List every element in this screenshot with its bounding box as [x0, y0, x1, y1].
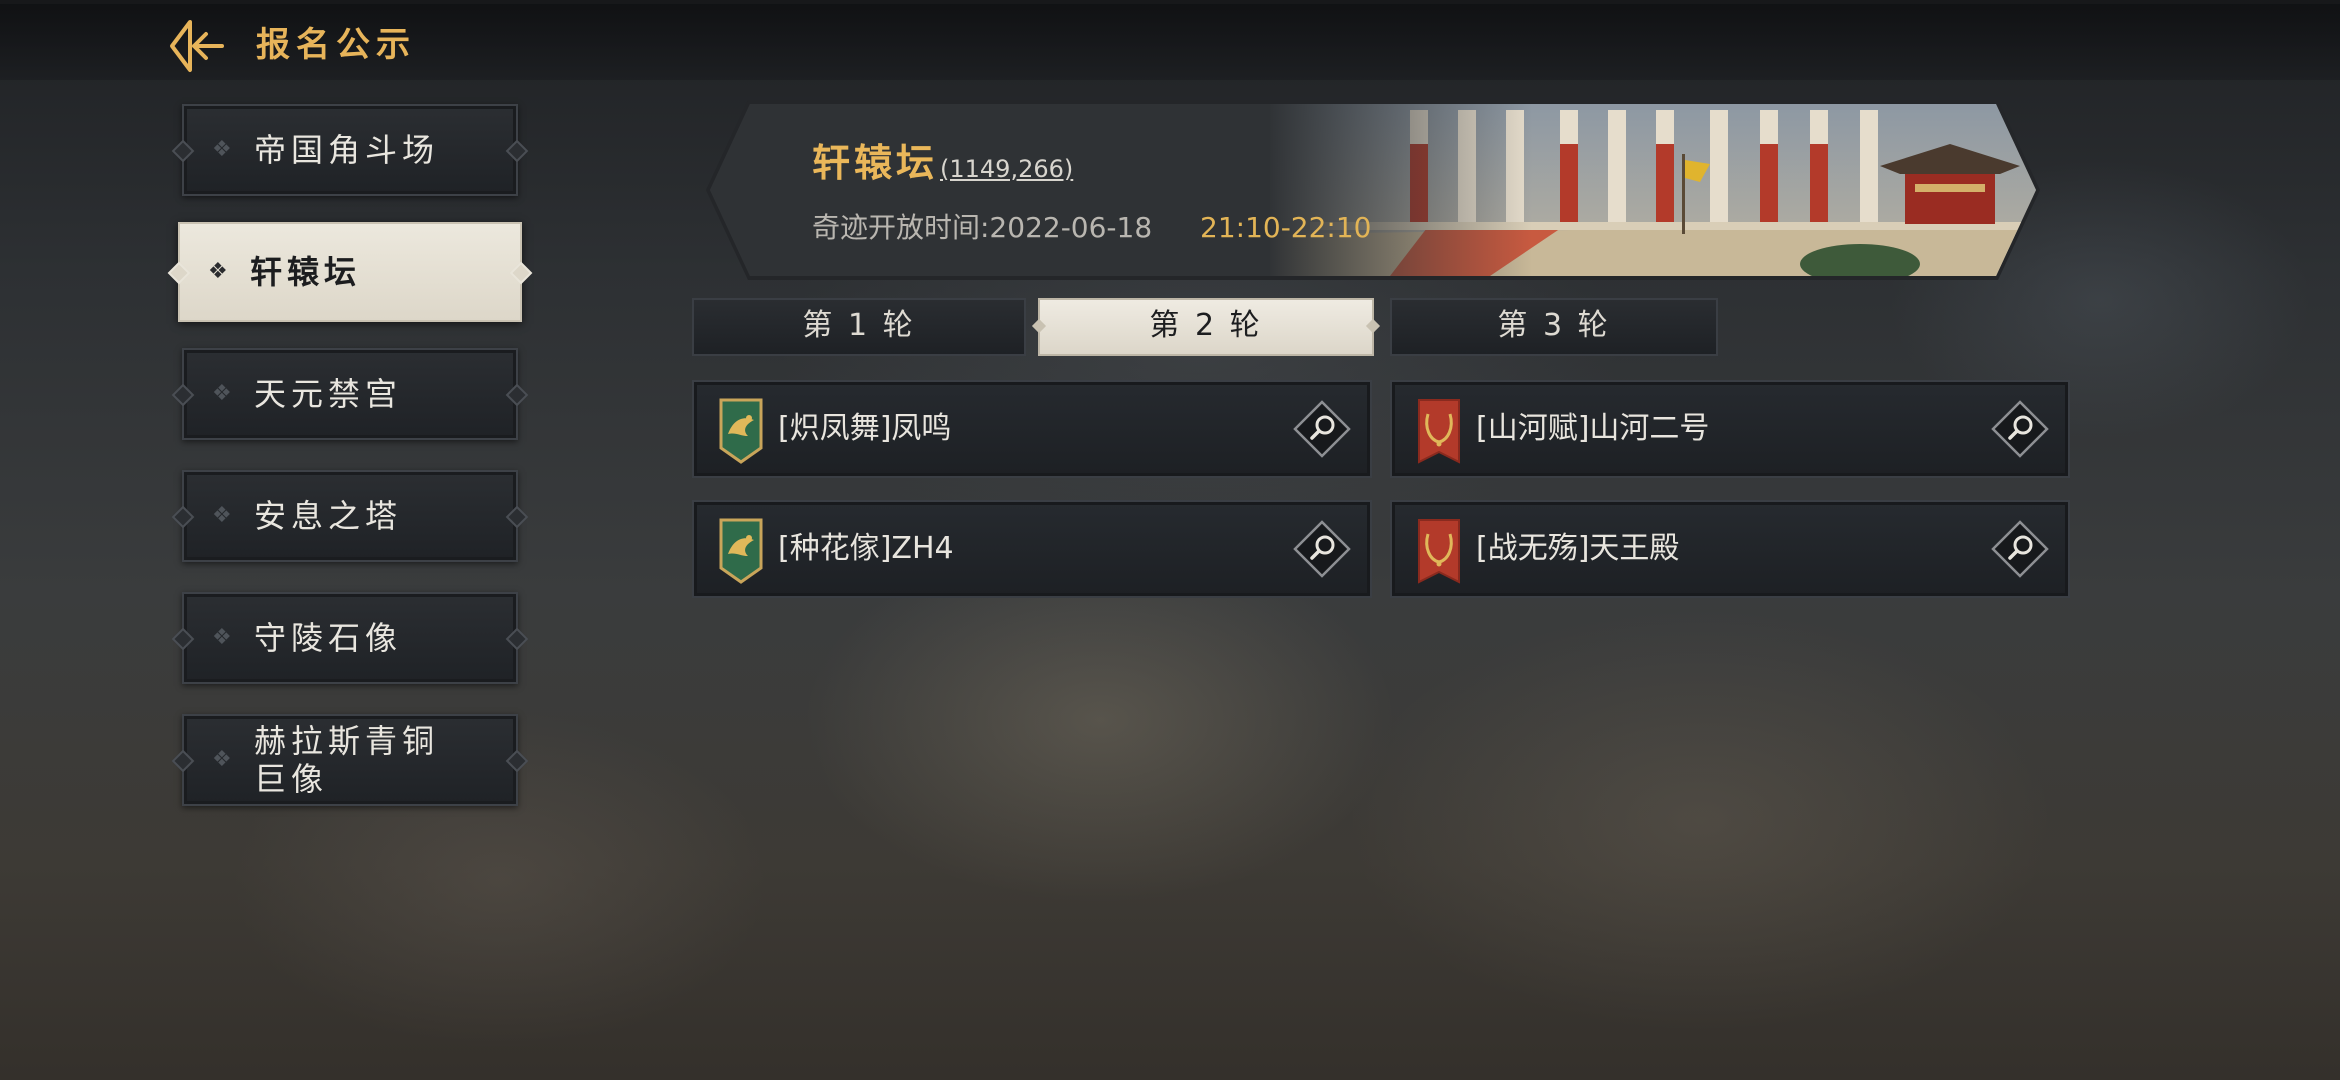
red-laurel-emblem-icon	[1418, 399, 1460, 464]
magnifier-icon	[1991, 400, 2049, 458]
sidebar-item-tomb-statue[interactable]: ❖ 守陵石像	[182, 592, 518, 684]
wonder-coordinates-link[interactable]: (1149,266)	[940, 152, 1073, 186]
team-name: [种花傢]ZH4	[778, 531, 954, 566]
sidebar-item-label: 赫拉斯青铜 巨像	[254, 722, 440, 798]
magnifier-icon	[1293, 400, 1351, 458]
team-name: [山河赋]山河二号	[1476, 411, 1710, 446]
tab-round-2[interactable]: 第 2 轮	[1031, 298, 1381, 356]
magnifier-icon	[1293, 520, 1351, 578]
open-time-label: 奇迹开放时间:2022-06-18	[812, 211, 1153, 244]
team-card: [种花傢]ZH4	[692, 500, 1372, 598]
diamond-icon: ❖	[212, 137, 232, 162]
team-name: [战无殇]天王殿	[1476, 531, 1680, 566]
red-laurel-emblem-icon	[1418, 519, 1460, 584]
sidebar-item-label: 天元禁宫	[254, 375, 403, 413]
sidebar-item-imperial-arena[interactable]: ❖ 帝国角斗场	[182, 104, 518, 196]
open-time-range: 21:10-22:10	[1200, 211, 1372, 244]
banner-background	[710, 104, 2036, 276]
team-card: [炽凤舞]凤鸣	[692, 380, 1372, 478]
sidebar-item-anxi-tower[interactable]: ❖ 安息之塔	[182, 470, 518, 562]
sidebar-item-tianyuan-palace[interactable]: ❖ 天元禁宫	[182, 348, 518, 440]
page-title: 报名公示	[256, 25, 416, 65]
team-name: [炽凤舞]凤鸣	[778, 411, 952, 446]
wonder-banner	[706, 100, 2040, 280]
sidebar-item-label: 守陵石像	[254, 619, 403, 657]
team-card: [山河赋]山河二号	[1390, 380, 2070, 478]
view-team-button[interactable]	[1990, 519, 2050, 579]
tab-round-3[interactable]: 第 3 轮	[1390, 298, 1718, 356]
view-team-button[interactable]	[1990, 399, 2050, 459]
team-card: [战无殇]天王殿	[1390, 500, 2070, 598]
green-phoenix-emblem-icon	[719, 398, 763, 464]
palace-scene-illustration	[710, 104, 2036, 276]
tab-round-1[interactable]: 第 1 轮	[692, 298, 1026, 356]
green-phoenix-emblem-icon	[719, 518, 763, 584]
diamond-icon: ❖	[212, 381, 232, 406]
diamond-icon: ❖	[212, 503, 232, 528]
sidebar-item-label: 安息之塔	[254, 497, 403, 535]
back-button[interactable]	[168, 18, 228, 74]
top-edge-line	[0, 0, 2340, 4]
diamond-icon: ❖	[208, 259, 228, 284]
sidebar-item-bronze-colossus[interactable]: ❖ 赫拉斯青铜 巨像	[182, 714, 518, 806]
wonder-name: 轩辕坛	[812, 141, 939, 185]
tab-round-2-label: 第 2 轮	[1149, 308, 1263, 343]
sidebar-item-xuanyuan-altar[interactable]: ❖ 轩辕坛	[178, 222, 522, 322]
sidebar-item-label: 轩辕坛	[250, 253, 362, 291]
diamond-icon: ❖	[212, 625, 232, 650]
sidebar-item-label: 帝国角斗场	[254, 131, 440, 169]
view-team-button[interactable]	[1292, 399, 1352, 459]
view-team-button[interactable]	[1292, 519, 1352, 579]
diamond-icon: ❖	[212, 747, 232, 772]
back-arrow-icon	[170, 20, 224, 72]
magnifier-icon	[1991, 520, 2049, 578]
